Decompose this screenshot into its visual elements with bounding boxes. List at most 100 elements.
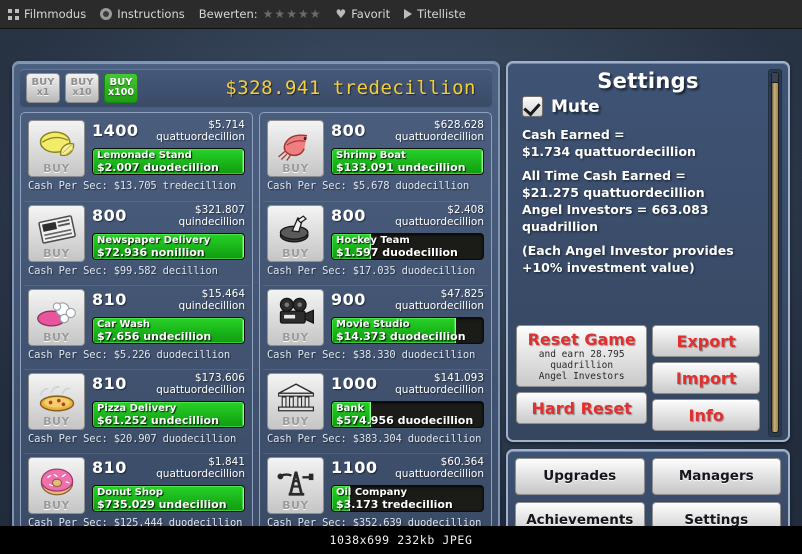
- import-button[interactable]: Import: [652, 362, 760, 394]
- buy-button-label: BUY: [43, 331, 70, 344]
- business-item[interactable]: BUY 800 $628.628 quattuordecillion Shrimp Bo…: [263, 117, 488, 201]
- business-column-left[interactable]: BUY 1400 $5.714 quattuordecillion Lemonade S…: [20, 112, 253, 526]
- business-count: 810: [92, 458, 127, 477]
- export-button[interactable]: Export: [652, 325, 760, 357]
- business-count: 810: [92, 374, 127, 393]
- business-progress-bar: Movie Studio $14.373 duodecillion: [331, 317, 484, 344]
- business-cash-per-sec: Cash Per Sec: $20.907 duodecillion: [28, 433, 237, 445]
- buy-button[interactable]: BUY: [28, 457, 85, 514]
- business-item[interactable]: BUY 1100 $60.364 quattuordecillion Oil Compa…: [263, 453, 488, 526]
- business-progress-bar: Pizza Delivery $61.252 undecillion: [92, 401, 245, 428]
- buy-button-label: BUY: [282, 499, 309, 512]
- business-price-amount: $1.841: [208, 456, 245, 468]
- reset-game-button[interactable]: Reset Game and earn 28.795 quadrillion A…: [516, 325, 648, 387]
- business-count: 800: [92, 206, 127, 225]
- business-panel: BUY x1 BUY x10 BUY x100 $328.941 tredeci…: [12, 61, 500, 526]
- settings-scrollbar[interactable]: [768, 69, 782, 437]
- reset-game-label: Reset Game: [527, 330, 636, 349]
- business-cash-per-sec: Cash Per Sec: $383.304 duodecillion: [267, 433, 482, 445]
- buy-button[interactable]: BUY: [28, 205, 85, 262]
- business-progress-bar: Oil Company $3.173 tredecillion: [331, 485, 484, 512]
- buy-button[interactable]: BUY: [28, 373, 85, 430]
- business-progress-bar: Donut Shop $735.029 undecillion: [92, 485, 245, 512]
- buy-x10-button[interactable]: BUY x10: [65, 73, 99, 103]
- star-rating-icon[interactable]: ★★★★★: [263, 7, 322, 21]
- business-price-amount: $141.093: [433, 372, 484, 384]
- favorite-button[interactable]: ♥ Favorit: [335, 7, 390, 21]
- nav-achievements-button[interactable]: Achievements: [515, 501, 645, 526]
- donut-icon: [35, 468, 79, 502]
- mute-checkbox[interactable]: [522, 96, 543, 117]
- business-item[interactable]: BUY 1000 $141.093 quattuordecillion Bank $574…: [263, 369, 488, 453]
- business-cash-per-sec: Cash Per Sec: $17.035 duodecillion: [267, 265, 476, 277]
- lemon-icon: [35, 130, 79, 165]
- business-cash-per-sec: Cash Per Sec: $13.705 tredecillion: [28, 180, 237, 192]
- hard-reset-button[interactable]: Hard Reset: [516, 392, 648, 424]
- buy-button[interactable]: BUY: [267, 457, 324, 514]
- business-item[interactable]: BUY 800 $321.807 quindecillion Newspaper Del…: [24, 201, 249, 285]
- buy-button[interactable]: BUY: [28, 289, 85, 346]
- business-revenue: $574.956 duodecillion: [336, 414, 474, 427]
- buy-multiplier-group: BUY x1 BUY x10 BUY x100: [26, 73, 138, 103]
- buy-x1-button[interactable]: BUY x1: [26, 73, 60, 103]
- business-revenue: $1.597 duodecillion: [336, 246, 458, 259]
- business-price-unit: quattuordecillion: [395, 467, 484, 480]
- hockey-icon: [274, 214, 318, 250]
- buy-x10-bottom: x10: [72, 87, 92, 99]
- business-progress-bar: Hockey Team $1.597 duodecillion: [331, 233, 484, 260]
- rating-control[interactable]: Bewerten: ★★★★★: [199, 7, 322, 21]
- business-price-unit: quattuordecillion: [395, 130, 484, 143]
- angel-investors-unit: quadrillion: [522, 219, 599, 234]
- business-panel-header: BUY x1 BUY x10 BUY x100 $328.941 tredeci…: [20, 69, 492, 107]
- buy-button[interactable]: BUY: [267, 205, 324, 262]
- business-item[interactable]: BUY 1400 $5.714 quattuordecillion Lemonade S…: [24, 117, 249, 201]
- business-cash-per-sec: Cash Per Sec: $125.444 duodecillion: [28, 517, 243, 526]
- business-progress-bar: Car Wash $7.656 undecillion: [92, 317, 245, 344]
- business-cash-per-sec: Cash Per Sec: $352.639 duodecillion: [267, 517, 482, 526]
- business-price-amount: $321.807: [194, 204, 245, 216]
- nav-managers-button[interactable]: Managers: [651, 458, 781, 495]
- nav-upgrades-button[interactable]: Upgrades: [515, 458, 645, 495]
- film-mode-label: Filmmodus: [24, 7, 87, 21]
- business-revenue: $133.091 undecillion: [336, 161, 466, 174]
- pizza-icon: [35, 385, 79, 418]
- buy-x100-button[interactable]: BUY x100: [104, 73, 138, 103]
- shrimp-icon: [274, 133, 318, 165]
- info-button[interactable]: Info: [652, 399, 760, 431]
- instructions-button[interactable]: Instructions: [100, 7, 185, 21]
- business-column-right[interactable]: BUY 800 $628.628 quattuordecillion Shrimp Bo…: [259, 112, 492, 526]
- business-count: 900: [331, 290, 366, 309]
- buy-button[interactable]: BUY: [267, 120, 324, 177]
- business-cash-per-sec: Cash Per Sec: $99.582 decillion: [28, 265, 218, 277]
- buy-button-label: BUY: [282, 415, 309, 428]
- buy-button[interactable]: BUY: [28, 120, 85, 177]
- buy-button[interactable]: BUY: [267, 289, 324, 346]
- playlist-button[interactable]: Titelliste: [404, 7, 466, 21]
- buy-button[interactable]: BUY: [267, 373, 324, 430]
- buy-button-label: BUY: [282, 162, 309, 175]
- business-item[interactable]: BUY 810 $173.606 quattuordecillion Pizza Del…: [24, 369, 249, 453]
- mute-row[interactable]: Mute: [522, 96, 780, 117]
- heart-icon: ♥: [335, 7, 347, 21]
- circle-icon: [100, 8, 113, 20]
- film-mode-button[interactable]: Filmmodus: [8, 7, 86, 21]
- business-item[interactable]: BUY 900 $47.825 quattuordecillion Movie Stud…: [263, 285, 488, 369]
- business-progress-bar: Shrimp Boat $133.091 undecillion: [331, 148, 484, 175]
- business-count: 1100: [331, 458, 378, 477]
- business-revenue: $7.656 undecillion: [97, 330, 212, 343]
- rating-label: Bewerten:: [198, 7, 258, 21]
- scrollbar-thumb[interactable]: [771, 72, 779, 433]
- nav-settings-button[interactable]: Settings: [651, 501, 781, 526]
- grid-icon: [8, 8, 19, 20]
- business-price: $60.364 quattuordecillion: [378, 456, 484, 480]
- business-count: 800: [331, 121, 366, 140]
- business-item[interactable]: BUY 810 $1.841 quattuordecillion Donut Shop $…: [24, 453, 249, 526]
- business-item[interactable]: BUY 800 $2.408 quattuordecillion Hockey Team…: [263, 201, 488, 285]
- buy-button-label: BUY: [43, 415, 70, 428]
- business-price: $47.825 quattuordecillion: [366, 288, 484, 312]
- business-price-unit: quattuordecillion: [395, 299, 484, 312]
- cash-earned-value: $1.734 quattuordecillion: [522, 144, 696, 159]
- business-price-amount: $60.364: [440, 456, 484, 468]
- export-label: Export: [676, 331, 736, 351]
- business-item[interactable]: BUY 810 $15.464 quindecillion Car Wash $7.656…: [24, 285, 249, 369]
